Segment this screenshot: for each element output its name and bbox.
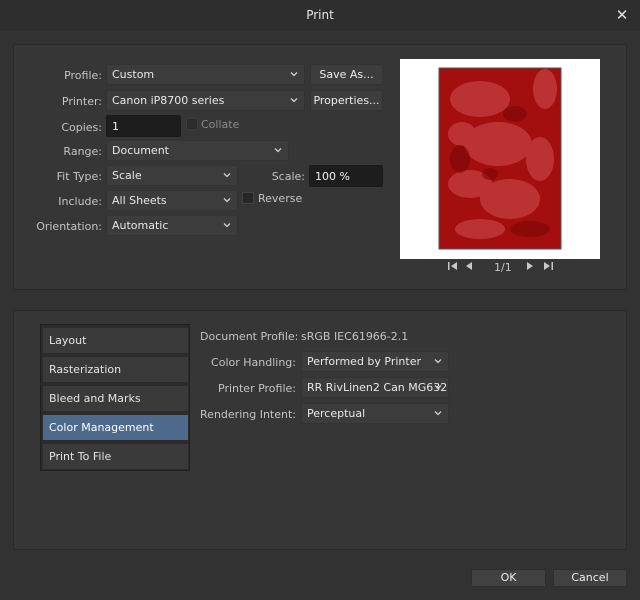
scale-label: Scale: [271,170,305,183]
orientation-label: Orientation: [36,220,102,233]
prev-page-icon[interactable] [464,259,474,276]
nav-item-print-to-file[interactable]: Print To File [43,444,188,469]
chevron-down-icon [434,359,442,364]
printer-value: Canon iP8700 series [112,94,225,107]
copies-input[interactable]: 1 [106,115,181,137]
cancel-button[interactable]: Cancel [553,569,627,587]
chevron-down-icon [223,198,231,203]
chevron-down-icon [290,98,298,103]
fit-type-value: Scale [112,169,142,182]
document-profile-value: sRGB IEC61966-2.1 [301,330,409,343]
chevron-down-icon [223,223,231,228]
profile-label: Profile: [64,69,102,82]
nav-item-rasterization[interactable]: Rasterization [43,357,188,382]
title-bar: Print ✕ [0,0,640,31]
color-handling-value: Performed by Printer [307,355,422,368]
page-indicator: 1/1 [494,261,512,274]
preview-page-image [438,67,562,250]
window-title: Print [306,8,334,22]
printer-label: Printer: [61,95,102,108]
options-category-list: Layout Rasterization Bleed and Marks Col… [40,324,190,471]
include-label: Include: [58,195,102,208]
printer-dropdown[interactable]: Canon iP8700 series [106,90,305,111]
range-label: Range: [63,145,102,158]
print-preview [400,59,600,259]
reverse-label: Reverse [258,192,303,205]
scale-input[interactable]: 100 % [309,165,383,187]
orientation-dropdown[interactable]: Automatic [106,215,238,236]
range-value: Document [112,144,169,157]
include-dropdown[interactable]: All Sheets [106,190,238,211]
chevron-down-icon [223,173,231,178]
rendering-intent-label: Rendering Intent: [200,408,296,421]
include-value: All Sheets [112,194,167,207]
profile-dropdown[interactable]: Custom [106,64,305,85]
last-page-icon[interactable] [542,259,554,276]
properties-button[interactable]: Properties... [310,90,383,111]
orientation-value: Automatic [112,219,169,232]
fit-type-dropdown[interactable]: Scale [106,165,238,186]
color-handling-dropdown[interactable]: Performed by Printer [301,351,449,372]
nav-item-layout[interactable]: Layout [43,328,188,353]
fit-type-label: Fit Type: [56,170,102,183]
color-handling-label: Color Handling: [211,356,296,369]
rendering-intent-value: Perceptual [307,407,366,420]
chevron-down-icon [434,411,442,416]
printer-profile-label: Printer Profile: [218,382,296,395]
nav-item-bleed-and-marks[interactable]: Bleed and Marks [43,386,188,411]
save-as-button[interactable]: Save As... [310,64,383,85]
collate-checkbox[interactable] [186,118,198,130]
range-dropdown[interactable]: Document [106,140,289,161]
first-page-icon[interactable] [447,259,459,276]
document-profile-label: Document Profile: [200,330,299,343]
chevron-down-icon [434,385,442,390]
collate-label: Collate [201,118,240,131]
nav-item-color-management[interactable]: Color Management [43,415,188,440]
printer-profile-value: RR RivLinen2 Can MG6320 [307,381,449,394]
chevron-down-icon [274,148,282,153]
reverse-checkbox[interactable] [242,192,254,204]
copies-label: Copies: [61,121,102,134]
close-icon[interactable]: ✕ [612,4,632,26]
chevron-down-icon [290,72,298,77]
profile-value: Custom [112,68,155,81]
rendering-intent-dropdown[interactable]: Perceptual [301,403,449,424]
next-page-icon[interactable] [525,259,535,276]
printer-profile-dropdown[interactable]: RR RivLinen2 Can MG6320 [301,377,449,398]
ok-button[interactable]: OK [471,569,546,587]
